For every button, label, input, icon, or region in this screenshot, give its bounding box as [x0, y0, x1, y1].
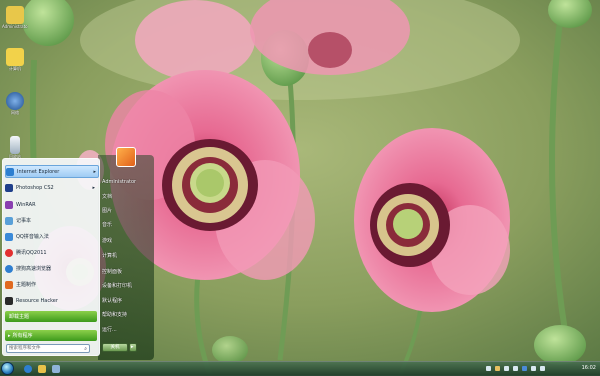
winrar-icon	[5, 200, 13, 209]
ie-icon	[6, 167, 14, 176]
taskbar-clock[interactable]: 16:02	[582, 365, 596, 371]
program-resource-hacker[interactable]: Resource Hacker	[5, 295, 97, 306]
submenu-arrow-icon: ▸	[93, 168, 96, 175]
tray-power-icon[interactable]	[531, 366, 536, 371]
start-menu-right-pane: Administrator 文档 图片 音乐 游戏 计算机 控制面板 设备和打印…	[98, 147, 154, 360]
start-search-input[interactable]: 搜索程序和文件 ⌕	[6, 344, 90, 353]
shutdown-button[interactable]: 关机	[102, 343, 128, 352]
sogou-browser-icon	[5, 264, 13, 273]
right-link-help[interactable]: 帮助和支持	[102, 311, 127, 318]
recycle-bin-icon	[10, 136, 20, 154]
right-link-documents[interactable]: 文档	[102, 193, 112, 200]
program-theme-maker[interactable]: 主题制作	[5, 279, 97, 290]
program-sogou-browser[interactable]: 搜狗高速浏览器	[5, 263, 97, 274]
chevron-right-icon: ▸	[131, 344, 134, 350]
right-link-games[interactable]: 游戏	[102, 237, 112, 244]
explorer-quicklaunch-icon[interactable]	[38, 365, 46, 373]
user-name-link[interactable]: Administrator	[102, 179, 136, 185]
media-quicklaunch-icon[interactable]	[52, 365, 60, 373]
all-programs-button[interactable]: ▸ 所有程序	[5, 330, 97, 341]
folder-icon	[6, 48, 24, 66]
theme-icon	[5, 280, 13, 289]
shutdown-options-button[interactable]: ▸	[129, 343, 137, 352]
right-link-control-panel[interactable]: 控制面板	[102, 268, 122, 275]
start-menu: Administrator 文档 图片 音乐 游戏 计算机 控制面板 设备和打印…	[0, 147, 154, 360]
right-link-run[interactable]: 运行...	[102, 326, 117, 333]
user-folder-icon	[6, 6, 24, 24]
right-link-pictures[interactable]: 图片	[102, 207, 112, 214]
program-photoshop[interactable]: Photoshop CS2 ▸	[5, 182, 97, 193]
ie-quicklaunch-icon[interactable]	[24, 365, 32, 373]
desktop-icon-network[interactable]: 网络	[2, 92, 28, 116]
right-link-devices-printers[interactable]: 设备和打印机	[102, 282, 132, 289]
start-button[interactable]	[1, 362, 14, 375]
uninstall-theme-item[interactable]: 卸载主题	[5, 311, 97, 322]
desktop-icon-computer[interactable]: 计算机	[2, 48, 28, 72]
notepad-icon	[5, 216, 13, 225]
program-internet-explorer[interactable]: Internet Explorer ▸	[5, 165, 99, 178]
res-icon	[5, 296, 13, 305]
start-menu-left-pane: Internet Explorer ▸ Photoshop CS2 ▸ WinR…	[2, 158, 100, 356]
program-qq-pinyin[interactable]: QQ拼音输入法	[5, 231, 97, 242]
desktop-icon-user-folder[interactable]: Administrator	[2, 6, 28, 29]
right-link-computer[interactable]: 计算机	[102, 252, 117, 259]
taskbar: 16:02	[0, 361, 600, 376]
tray-network-icon[interactable]	[486, 366, 491, 371]
search-icon: ⌕	[84, 346, 87, 352]
tray-flag-icon[interactable]	[504, 366, 509, 371]
user-avatar[interactable]	[116, 147, 136, 167]
tray-notify-icon[interactable]	[540, 366, 545, 371]
program-qq[interactable]: 腾讯QQ2011	[5, 247, 97, 258]
network-globe-icon	[6, 92, 24, 110]
program-notepad[interactable]: 记事本	[5, 215, 97, 226]
right-link-music[interactable]: 音乐	[102, 221, 112, 228]
right-link-default-programs[interactable]: 默认程序	[102, 297, 122, 304]
qq-pinyin-icon	[5, 232, 13, 241]
tray-qq-icon[interactable]	[522, 366, 527, 371]
tray-volume-icon[interactable]	[513, 366, 518, 371]
tray-ime-icon[interactable]	[495, 366, 500, 371]
photoshop-icon	[5, 183, 13, 192]
qq-icon	[5, 248, 13, 257]
program-winrar[interactable]: WinRAR	[5, 199, 97, 210]
all-programs-arrow-icon: ▸	[8, 332, 11, 339]
submenu-arrow-icon: ▸	[92, 184, 95, 191]
